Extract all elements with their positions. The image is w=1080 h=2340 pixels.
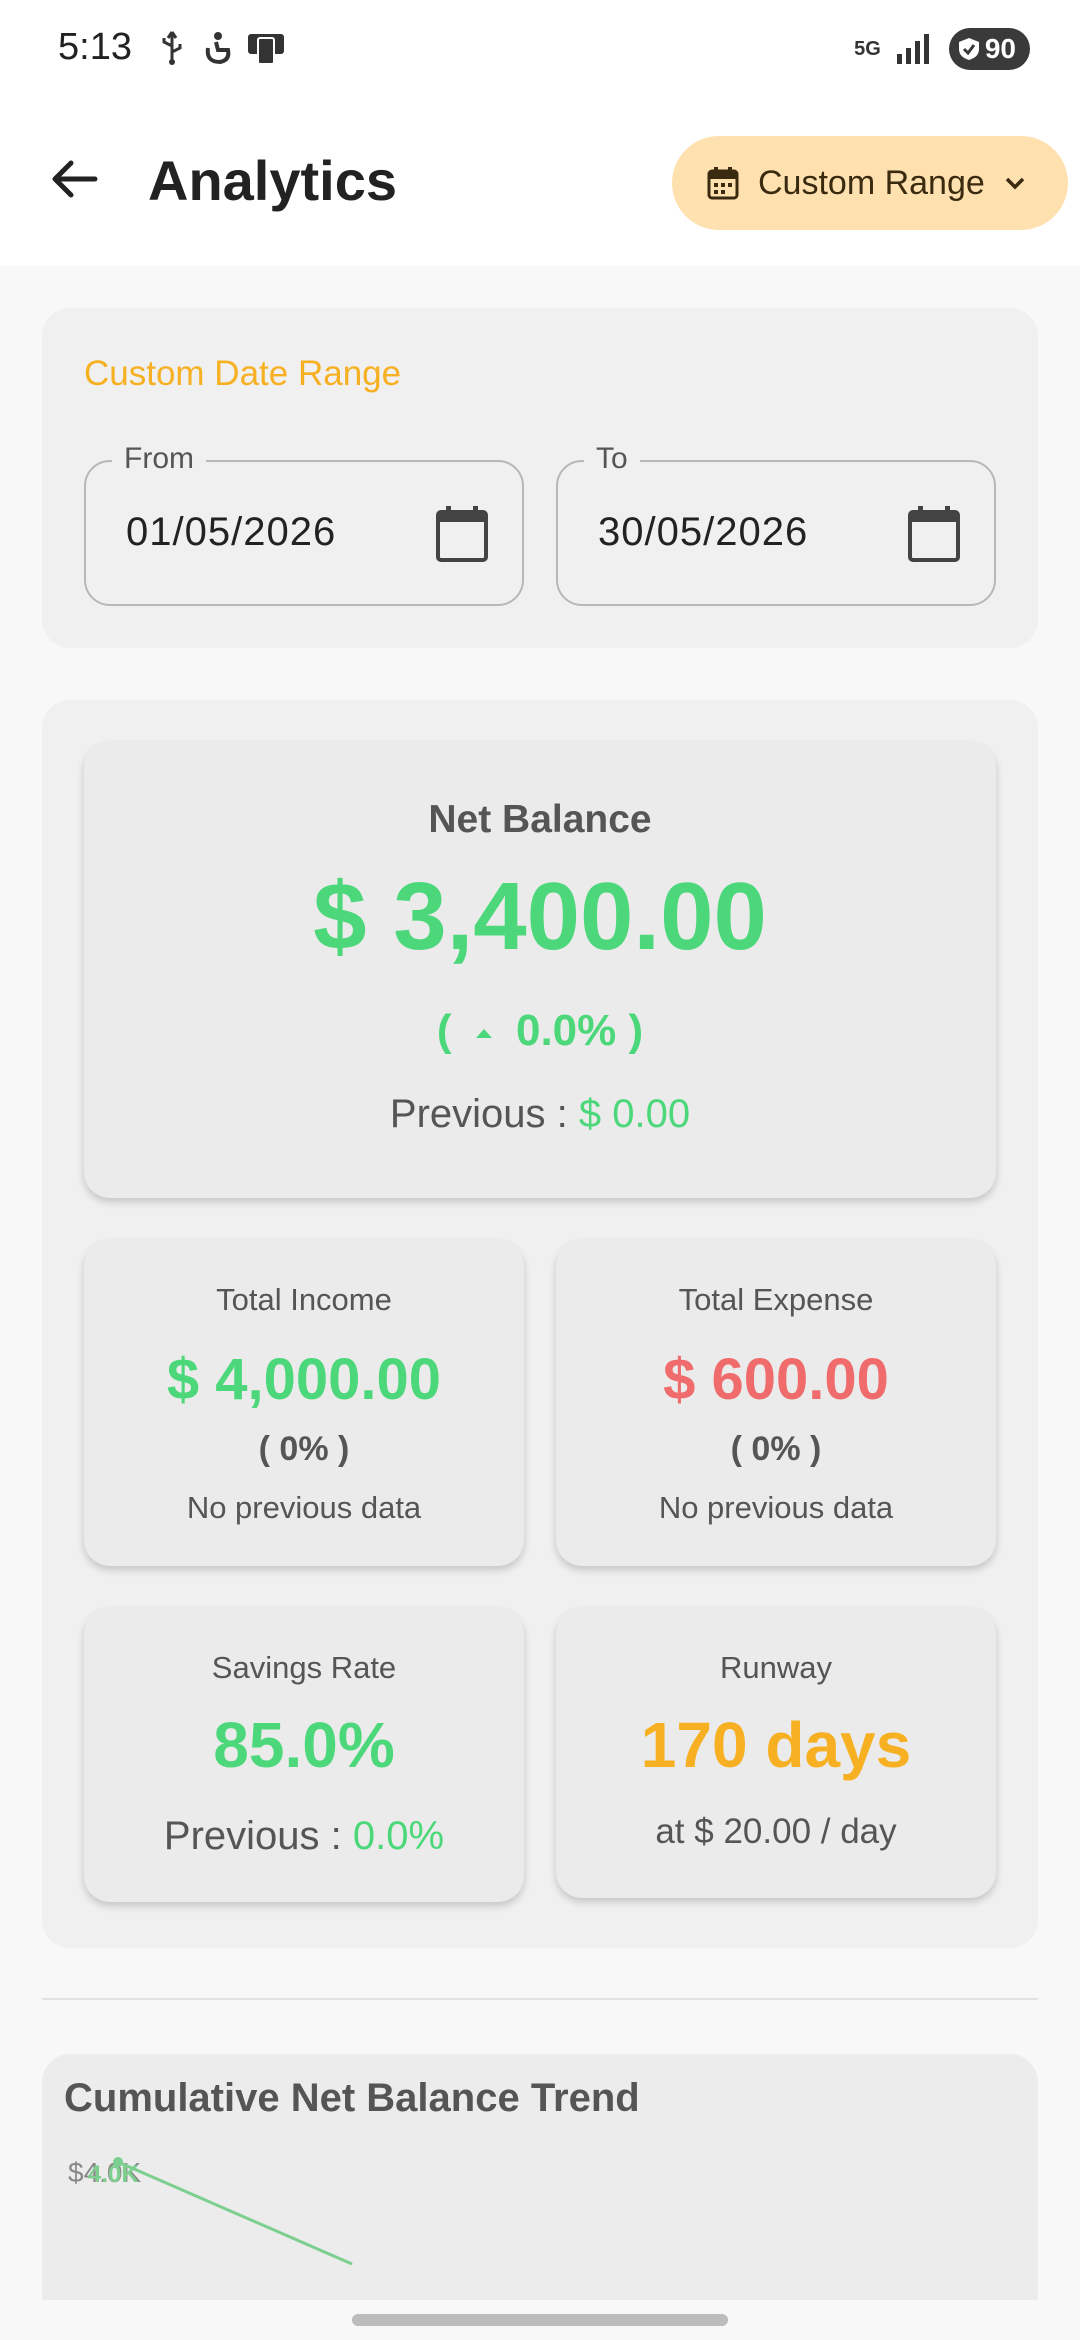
- savings-rate-value: 85.0%: [213, 1709, 395, 1781]
- runway-note: at $ 20.00 / day: [655, 1812, 897, 1851]
- status-time: 5:13: [58, 26, 132, 68]
- from-date-value: 01/05/2026: [126, 510, 337, 554]
- date-range-selector-label: Custom Range: [758, 163, 985, 202]
- total-expense-note: No previous data: [658, 1490, 894, 1525]
- custom-date-range-card: Custom Date Range From 01/05/2026 To 30/…: [42, 308, 1038, 648]
- to-date-label: To: [584, 442, 640, 476]
- previous-label: Previous :: [389, 1092, 568, 1136]
- network-indicator: 5G: [854, 37, 881, 60]
- trend-line: [117, 2160, 353, 2266]
- savings-previous-label: Previous :: [163, 1814, 342, 1858]
- calendar-icon: [707, 167, 739, 200]
- net-balance-card: Net Balance $ 3,400.00 ( 0.0% ) Previous…: [84, 742, 996, 1198]
- savings-rate-label: Savings Rate: [211, 1650, 397, 1685]
- calendar-icon[interactable]: [906, 504, 962, 564]
- battery-indicator: 90: [948, 28, 1030, 70]
- total-income-note: No previous data: [186, 1490, 422, 1525]
- net-balance-label: Net Balance: [428, 798, 652, 841]
- app-bar: Analytics Custom Range: [0, 100, 1080, 266]
- summary-card: Net Balance $ 3,400.00 ( 0.0% ) Previous…: [42, 700, 1038, 1948]
- device-icon: [248, 34, 284, 65]
- savings-rate-card: Savings Rate 85.0% Previous : 0.0%: [84, 1608, 524, 1902]
- from-date-field[interactable]: From 01/05/2026: [84, 442, 524, 606]
- runway-card: Runway 170 days at $ 20.00 / day: [556, 1608, 996, 1898]
- battery-level: 90: [984, 33, 1016, 64]
- total-income-value: $ 4,000.00: [166, 1347, 442, 1412]
- back-button[interactable]: [42, 146, 108, 212]
- calendar-icon[interactable]: [434, 504, 490, 564]
- previous-value: $ 0.00: [578, 1092, 691, 1136]
- custom-date-range-heading: Custom Date Range: [84, 354, 402, 393]
- page-title: Analytics: [148, 149, 397, 212]
- change-open-paren: (: [436, 1006, 452, 1055]
- total-income-card: Total Income $ 4,000.00 ( 0% ) No previo…: [84, 1240, 524, 1566]
- chevron-down-icon: [1005, 177, 1025, 190]
- home-gesture-handle[interactable]: [352, 2314, 728, 2326]
- total-income-change: ( 0% ): [258, 1430, 350, 1468]
- arrow-left-icon: [52, 160, 98, 198]
- net-balance-change: ( 0.0% ): [84, 1006, 996, 1056]
- status-right-icons: 5G 90: [854, 28, 1030, 70]
- change-close-paren: ): [628, 1006, 644, 1055]
- arrow-up-icon: [475, 1029, 492, 1039]
- accessibility-icon: [205, 32, 231, 65]
- net-balance-trend-card: Cumulative Net Balance Trend $4.0K 4.0K: [42, 2054, 1038, 2340]
- total-expense-card: Total Expense $ 600.00 ( 0% ) No previou…: [556, 1240, 996, 1566]
- total-expense-change: ( 0% ): [730, 1430, 822, 1468]
- savings-rate-previous: Previous : 0.0%: [84, 1814, 524, 1859]
- trend-point-label: 4.0K: [88, 2161, 139, 2188]
- to-date-field[interactable]: To 30/05/2026: [556, 442, 996, 606]
- runway-label: Runway: [720, 1650, 832, 1685]
- total-expense-label: Total Expense: [678, 1282, 874, 1317]
- section-divider: [42, 1998, 1038, 2000]
- runway-value: 170 days: [640, 1709, 912, 1781]
- status-left-icons: [158, 30, 286, 66]
- usb-icon: [162, 31, 182, 65]
- net-balance-previous: Previous : $ 0.00: [84, 1092, 996, 1137]
- signal-icon: [896, 34, 929, 64]
- savings-previous-value: 0.0%: [352, 1814, 445, 1858]
- status-bar: 5:13 5G 90: [0, 0, 1080, 100]
- total-income-label: Total Income: [216, 1282, 392, 1317]
- net-balance-value: $ 3,400.00: [313, 863, 767, 970]
- to-date-value: 30/05/2026: [598, 510, 809, 554]
- shield-icon: [958, 38, 979, 60]
- date-range-selector-button[interactable]: Custom Range: [672, 136, 1068, 230]
- total-expense-value: $ 600.00: [663, 1347, 889, 1412]
- change-percent: 0.0%: [515, 1006, 617, 1055]
- trend-chart: $4.0K 4.0K: [68, 2157, 353, 2266]
- from-date-label: From: [112, 442, 206, 476]
